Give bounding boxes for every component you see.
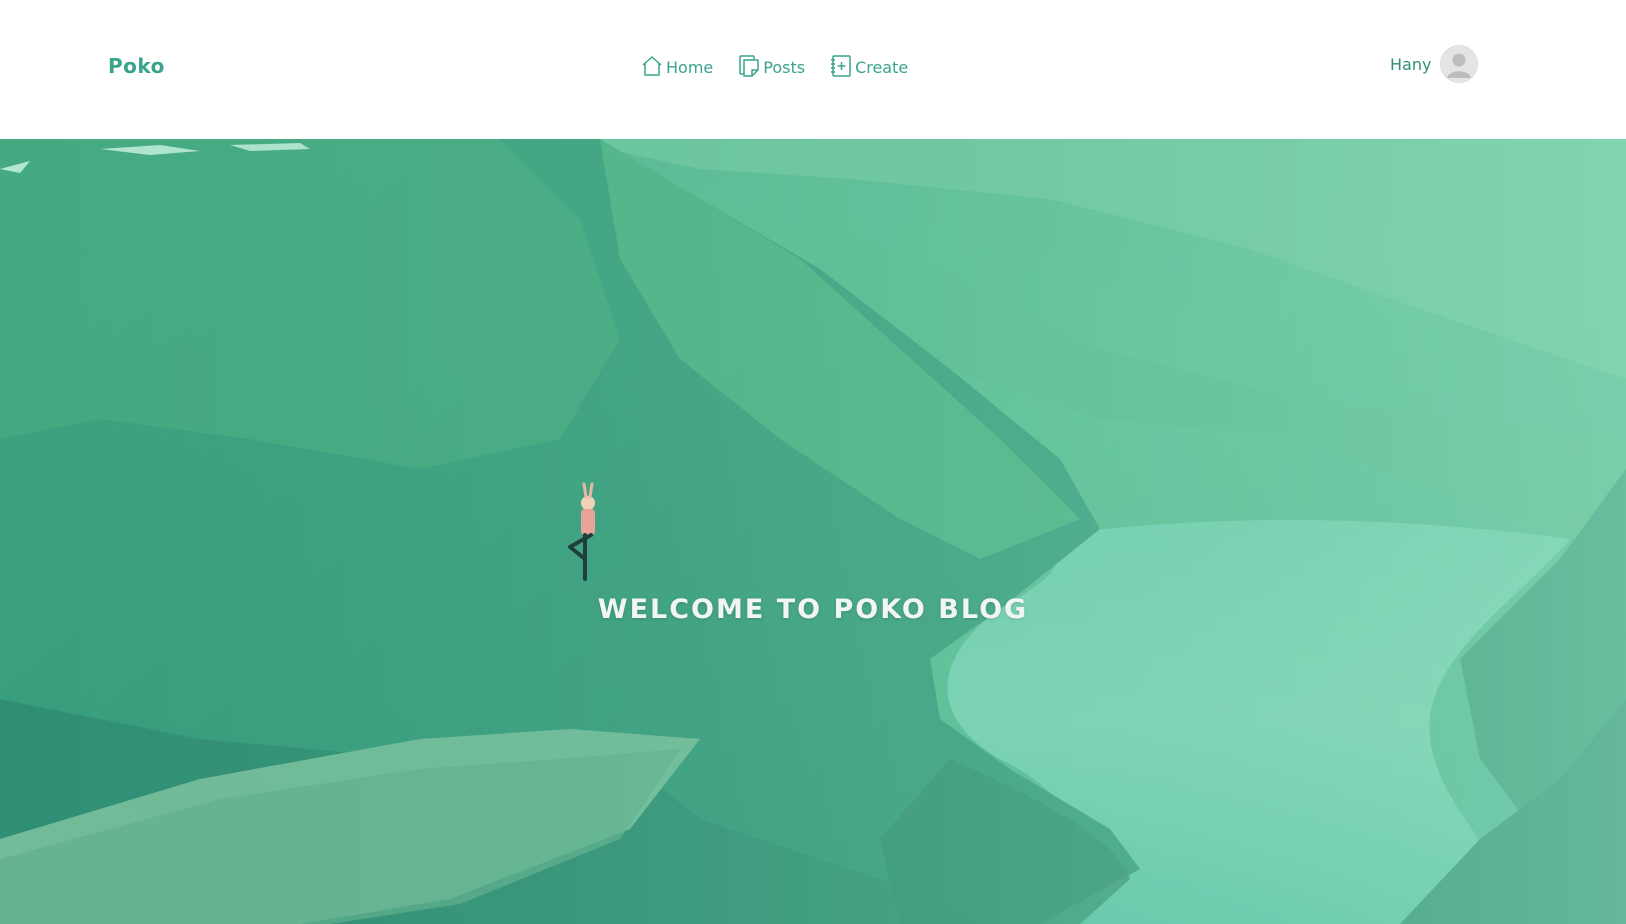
hero-landscape-image xyxy=(0,139,1626,924)
home-icon xyxy=(640,54,664,78)
hero-title: WELCOME TO POKO BLOG xyxy=(597,594,1029,625)
nav-home-label: Home xyxy=(666,58,714,77)
user-menu[interactable]: Hany xyxy=(1390,46,1478,82)
user-name: Hany xyxy=(1390,54,1432,74)
main-nav: Home Posts Create xyxy=(640,54,908,78)
posts-icon xyxy=(737,54,761,78)
brand-logo[interactable]: Poko xyxy=(108,54,165,78)
nav-posts-label: Posts xyxy=(763,58,806,77)
hero-banner: WELCOME TO POKO BLOG xyxy=(0,139,1626,924)
top-navbar: Poko Home Posts Create Hany xyxy=(0,0,1626,139)
nav-home-link[interactable]: Home xyxy=(640,54,713,78)
nav-create-label: Create xyxy=(855,58,909,77)
nav-posts-link[interactable]: Posts xyxy=(737,54,805,78)
nav-create-link[interactable]: Create xyxy=(829,54,908,78)
user-avatar-icon[interactable] xyxy=(1441,46,1478,82)
create-icon xyxy=(829,54,853,78)
